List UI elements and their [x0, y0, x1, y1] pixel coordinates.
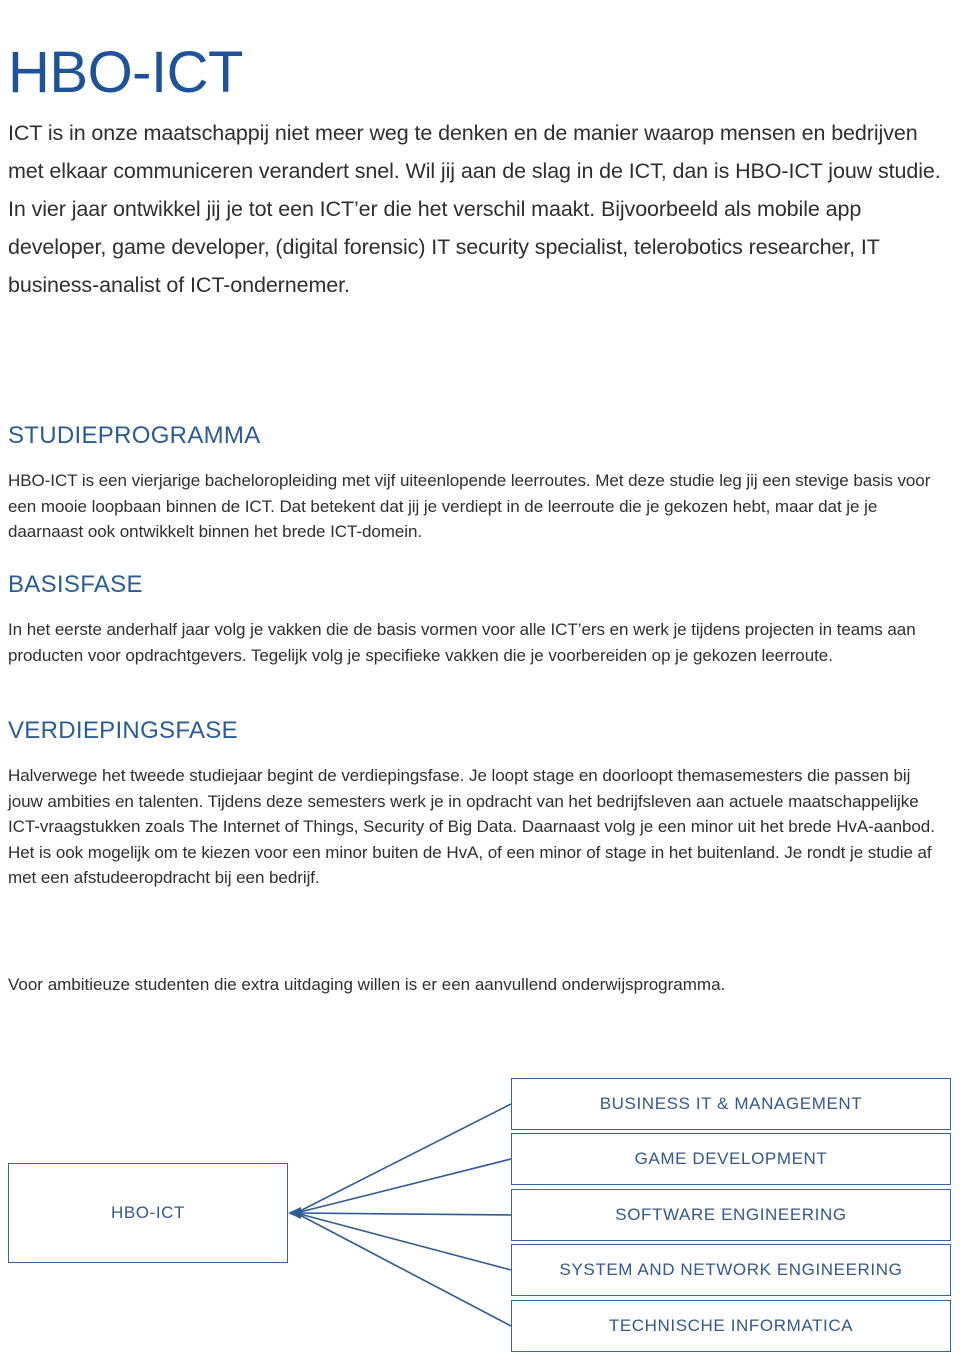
connector-line-0: [295, 1103, 512, 1214]
section-verdiepingsfase: VERDIEPINGSFASE Halverwege het tweede st…: [8, 716, 946, 908]
section-heading-basisfase: BASISFASE: [8, 571, 143, 598]
diagram-node-label: SYSTEM AND NETWORK ENGINEERING: [559, 1260, 903, 1279]
arrowhead-icon: [288, 1207, 301, 1219]
diagram-node-root-label: HBO-ICT: [110, 1203, 186, 1222]
connector-line-2: [295, 1212, 512, 1216]
diagram-node-label: BUSINESS IT & MANAGEMENT: [599, 1094, 863, 1113]
diagram-node-label: TECHNISCHE INFORMATICA: [608, 1316, 854, 1335]
section-heading-studieprogramma: STUDIEPROGRAMMA: [8, 422, 261, 449]
diagram-node-system-and-network-engineering: SYSTEM AND NETWORK ENGINEERING: [511, 1244, 951, 1296]
connector-line-3: [295, 1212, 512, 1271]
diagram-node-game-development: GAME DEVELOPMENT: [511, 1133, 951, 1185]
page-title: HBO-ICT: [8, 39, 243, 105]
diagram-node-technische-informatica: TECHNISCHE INFORMATICA: [511, 1300, 951, 1352]
section-body-studieprogramma: HBO-ICT is een vierjarige bacheloropleid…: [8, 471, 931, 541]
section-heading-verdiepingsfase: VERDIEPINGSFASE: [8, 717, 238, 744]
intro-paragraph: ICT is in onze maatschappij niet meer we…: [8, 120, 941, 297]
diagram-node-root: HBO-ICT: [8, 1163, 288, 1263]
diagram-node-label: GAME DEVELOPMENT: [634, 1149, 828, 1168]
section-basisfase: BASISFASE In het eerste anderhalf jaar v…: [8, 570, 946, 685]
connector-line-4: [295, 1212, 512, 1327]
section-studieprogramma: STUDIEPROGRAMMA HBO-ICT is een vierjarig…: [8, 421, 946, 562]
connector-line-1: [295, 1158, 512, 1214]
section-body-basisfase: In het eerste anderhalf jaar volg je vak…: [8, 620, 916, 665]
leerroutes-diagram: HBO-ICT BUSINESS IT & MANAGEMENT GAME DE…: [0, 1060, 960, 1352]
document-page: HBO-ICT ICT is in onze maatschappij niet…: [0, 0, 960, 1352]
closing-note: Voor ambitieuze studenten die extra uitd…: [8, 975, 726, 994]
diagram-node-software-engineering: SOFTWARE ENGINEERING: [511, 1189, 951, 1241]
diagram-node-label: SOFTWARE ENGINEERING: [615, 1205, 847, 1224]
diagram-node-business-it-management: BUSINESS IT & MANAGEMENT: [511, 1078, 951, 1130]
section-body-verdiepingsfase: Halverwege het tweede studiejaar begint …: [8, 766, 935, 887]
